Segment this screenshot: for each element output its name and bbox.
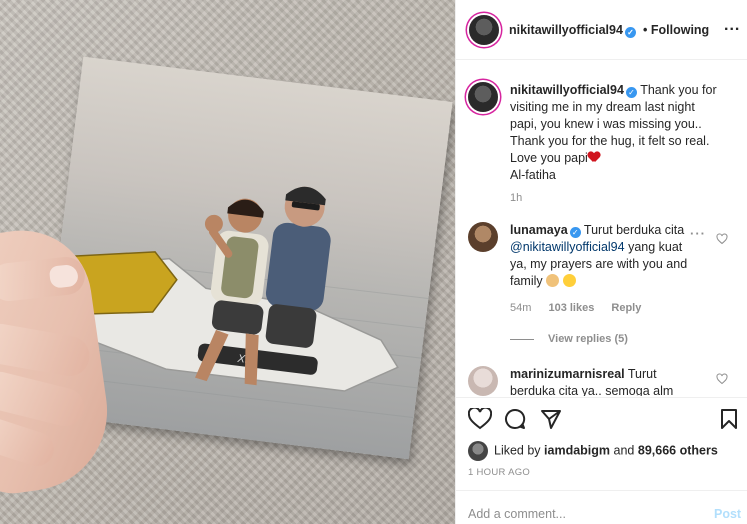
liker-avatar[interactable] [468, 441, 488, 461]
likes-prefix: Liked by [494, 443, 541, 458]
caption-line: Thank you for [640, 83, 717, 97]
comment-body: Turut berduka cita [583, 223, 685, 237]
following-button[interactable]: Following [651, 23, 709, 37]
comment-username[interactable]: marinizumarnisreal [510, 367, 625, 381]
bookmark-icon[interactable] [720, 408, 738, 430]
separator-dot: • [643, 23, 648, 37]
follow-status[interactable]: • Following [643, 23, 709, 37]
heart-icon[interactable] [468, 408, 492, 430]
comment-avatar[interactable] [468, 366, 498, 396]
caption-text: nikitawillyofficial94 ✓ Thank you for vis… [510, 82, 738, 184]
likes-and: and [613, 443, 635, 458]
verified-icon: ✓ [625, 87, 637, 98]
view-replies-button[interactable]: View replies (5) [510, 333, 628, 345]
post-header: nikitawillyofficial94 ✓ • Following ... [456, 0, 747, 60]
post-details-panel: nikitawillyofficial94 ✓ • Following ... n… [455, 0, 747, 524]
caption-time[interactable]: 1h [510, 192, 522, 204]
liker-username[interactable]: iamdabigm [544, 443, 610, 457]
comment-body: family [510, 274, 543, 288]
comment-icon[interactable] [504, 408, 526, 430]
comment-more-icon[interactable]: ··· [690, 226, 706, 241]
add-comment-input[interactable]: Add a comment... [468, 507, 566, 521]
likes-others-count[interactable]: 89,666 others [638, 443, 718, 457]
comment-body: Turut [627, 367, 657, 381]
comment-text: marinizumarnisreal Turut berduka cita ya… [510, 366, 710, 396]
author-avatar[interactable] [469, 15, 499, 45]
smiling-face-emoji [562, 274, 576, 287]
comment-time[interactable]: 54m [510, 302, 531, 314]
comment-body: yang kuat [628, 240, 683, 254]
comment-meta: 54m 103 likes Reply [510, 302, 655, 314]
comment-mention[interactable]: @nikitawillyofficial94 [510, 240, 625, 254]
share-icon[interactable] [540, 408, 562, 430]
caption-line: visiting me in my dream last night [510, 100, 695, 114]
caption-username[interactable]: nikitawillyofficial94 [510, 83, 624, 97]
red-heart-emoji [588, 152, 600, 163]
caption-line: Al-fatiha [510, 168, 556, 182]
comment-avatar[interactable] [468, 222, 498, 252]
reply-button[interactable]: Reply [611, 302, 641, 314]
praying-hands-emoji [546, 274, 560, 287]
comment-like-icon[interactable] [716, 373, 728, 385]
verified-icon: ✓ [569, 227, 581, 238]
caption-line: papi, you knew i was missing you.. [510, 117, 702, 131]
post-photo[interactable]: XL [0, 0, 455, 524]
thumb-nail [48, 263, 79, 289]
comment-body: berduka cita ya.. semoga alm [510, 384, 674, 396]
comment-likes[interactable]: 103 likes [548, 302, 594, 314]
comment-like-icon[interactable] [716, 233, 728, 245]
post-button[interactable]: Post [714, 507, 741, 521]
caption-line: Love you papi [510, 151, 588, 165]
author-username[interactable]: nikitawillyofficial94 ✓ [509, 23, 636, 38]
caption-avatar[interactable] [468, 82, 498, 112]
comment-username[interactable]: lunamaya [510, 223, 568, 237]
author-username-text[interactable]: nikitawillyofficial94 [509, 23, 623, 37]
caption-line: Thank you for the hug, it felt so real. [510, 134, 710, 148]
add-comment-bar: Add a comment... Post [456, 490, 747, 524]
verified-icon: ✓ [624, 27, 636, 38]
comment-body: ya, my prayers are with you and [510, 257, 688, 271]
post-timestamp[interactable]: 1 HOUR AGO [468, 467, 530, 478]
likes-summary: Liked by iamdabigm and 89,666 others [468, 441, 718, 461]
post-actions-bar [456, 397, 747, 437]
more-icon[interactable]: ... [724, 17, 740, 35]
comment-text: lunamaya ✓ Turut berduka cita @nikitawill… [510, 222, 710, 290]
